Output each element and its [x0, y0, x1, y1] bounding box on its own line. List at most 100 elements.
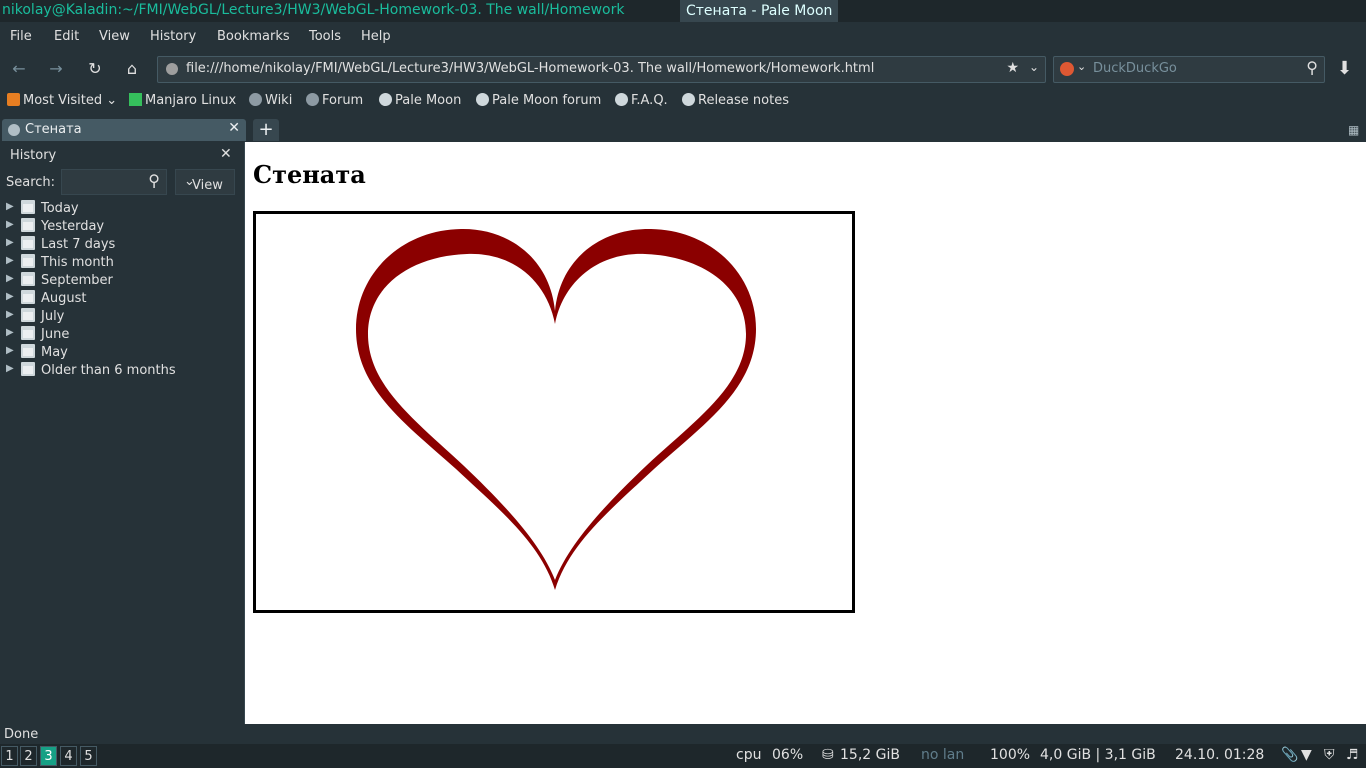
- bookmark-release-notes[interactable]: Release notes: [682, 93, 789, 108]
- cpu-label: cpu: [736, 747, 762, 763]
- sidebar-view-label: View ⌄: [184, 174, 223, 193]
- workspace-4[interactable]: 4: [60, 746, 77, 766]
- battery-value: 100%: [990, 747, 1031, 763]
- page-heading: Стената: [253, 160, 366, 189]
- expand-triangle-icon[interactable]: ▶: [6, 363, 14, 374]
- url-text[interactable]: file:///home/nikolay/FMI/WebGL/Lecture3/…: [186, 61, 874, 76]
- bookmark-label: Wiki: [265, 93, 293, 108]
- sidebar-view-button[interactable]: View ⌄: [175, 169, 235, 195]
- calendar-folder-icon: [21, 200, 35, 214]
- close-tab-icon[interactable]: ✕: [228, 120, 240, 136]
- expand-triangle-icon[interactable]: ▶: [6, 237, 14, 248]
- menu-file[interactable]: File: [10, 29, 32, 44]
- bookmark-pale-moon-forum[interactable]: Pale Moon forum: [476, 93, 601, 108]
- browser-window-title[interactable]: Стената - Pale Moon: [680, 0, 839, 22]
- bookmarks-toolbar: Most Visited ⌄ Manjaro Linux Wiki Forum …: [0, 86, 1366, 116]
- lan-status: no lan: [921, 747, 965, 763]
- workspace-2[interactable]: 2: [20, 746, 37, 766]
- disk-value: 15,2 GiB: [840, 747, 900, 763]
- search-placeholder[interactable]: DuckDuckGo: [1093, 61, 1177, 76]
- page-content: Стената: [245, 142, 1366, 724]
- bookmark-label: Pale Moon: [395, 93, 462, 108]
- tab-label: Стената: [25, 122, 82, 137]
- manjaro-icon: [129, 93, 142, 106]
- history-group-label: Yesterday: [41, 219, 105, 234]
- reload-icon[interactable]: ↻: [84, 58, 106, 80]
- calendar-folder-icon: [21, 326, 35, 340]
- history-group-label: June: [41, 327, 70, 342]
- moon-icon: [615, 93, 628, 106]
- search-icon[interactable]: ⚲: [148, 171, 160, 190]
- heart-shape: [356, 228, 756, 591]
- search-bar[interactable]: ⌄ DuckDuckGo ⚲: [1053, 56, 1325, 83]
- menu-view[interactable]: View: [99, 29, 130, 44]
- workspace-1[interactable]: 1: [1, 746, 18, 766]
- menu-edit[interactable]: Edit: [54, 29, 79, 44]
- history-group-label: Today: [41, 201, 79, 216]
- moon-icon: [476, 93, 489, 106]
- new-tab-button[interactable]: +: [253, 119, 279, 141]
- close-sidebar-icon[interactable]: ✕: [220, 146, 232, 162]
- sidebar-search-label: Search:: [6, 175, 56, 190]
- memory-value: 4,0 GiB | 3,1 GiB: [1040, 747, 1156, 763]
- url-bar[interactable]: file:///home/nikolay/FMI/WebGL/Lecture3/…: [157, 56, 1046, 83]
- expand-triangle-icon[interactable]: ▶: [6, 309, 14, 320]
- forward-arrow-icon[interactable]: →: [45, 58, 67, 80]
- wifi-icon[interactable]: ▼: [1301, 747, 1312, 763]
- history-sidebar: History ✕ Search: ⚲ View ⌄ ▶ Today ▶ Yeste…: [0, 142, 245, 724]
- bookmark-label: Release notes: [698, 93, 789, 108]
- window-titlebar: nikolay@Kaladin:~/FMI/WebGL/Lecture3/HW3…: [0, 0, 1366, 22]
- history-group-label: This month: [41, 255, 114, 270]
- clock[interactable]: 24.10. 01:28: [1175, 747, 1264, 763]
- bookmark-label: Forum: [322, 93, 364, 108]
- workspace-5[interactable]: 5: [80, 746, 97, 766]
- tab-stenata[interactable]: Стената ✕: [2, 119, 246, 141]
- moon-icon: [379, 93, 392, 106]
- expand-triangle-icon[interactable]: ▶: [6, 327, 14, 338]
- menu-help[interactable]: Help: [361, 29, 391, 44]
- duckduckgo-icon[interactable]: [1060, 62, 1074, 76]
- bookmark-forum[interactable]: Forum: [306, 93, 363, 108]
- expand-triangle-icon[interactable]: ▶: [6, 291, 14, 302]
- search-icon[interactable]: ⚲: [1306, 58, 1318, 77]
- site-identity-icon[interactable]: [166, 63, 178, 75]
- navigation-toolbar: ← → ↻ ⌂ file:///home/nikolay/FMI/WebGL/L…: [0, 52, 1366, 86]
- paperclip-icon[interactable]: 📎: [1281, 747, 1298, 763]
- calendar-folder-icon: [21, 308, 35, 322]
- expand-triangle-icon[interactable]: ▶: [6, 345, 14, 356]
- tab-bar: Стената ✕ + ▦: [0, 116, 1366, 142]
- bookmark-star-icon[interactable]: ★: [1006, 60, 1019, 76]
- bookmark-wiki[interactable]: Wiki: [249, 93, 292, 108]
- sidebar-search-input[interactable]: ⚲: [61, 169, 167, 195]
- bookmark-manjaro[interactable]: Manjaro Linux: [129, 93, 236, 108]
- tab-groups-icon[interactable]: ▦: [1348, 123, 1359, 137]
- system-panel: 1 2 3 4 5 cpu 06% ⛁ 15,2 GiB no lan 100%…: [0, 744, 1366, 768]
- menu-tools[interactable]: Tools: [309, 29, 341, 44]
- download-arrow-icon[interactable]: ⬇: [1337, 58, 1352, 79]
- search-engine-chevron-icon[interactable]: ⌄: [1077, 60, 1086, 73]
- shield-icon[interactable]: ⛨: [1324, 747, 1335, 763]
- url-dropdown-icon[interactable]: ⌄: [1029, 60, 1039, 74]
- menu-bookmarks[interactable]: Bookmarks: [217, 29, 290, 44]
- home-icon[interactable]: ⌂: [121, 58, 143, 80]
- expand-triangle-icon[interactable]: ▶: [6, 201, 14, 212]
- heart-drawing: [356, 228, 756, 591]
- workspace-3[interactable]: 3: [40, 746, 57, 766]
- bookmark-label: Manjaro Linux: [145, 93, 237, 108]
- globe-icon: [249, 93, 262, 106]
- calendar-folder-icon: [21, 272, 35, 286]
- expand-triangle-icon[interactable]: ▶: [6, 219, 14, 230]
- expand-triangle-icon[interactable]: ▶: [6, 273, 14, 284]
- speaker-icon[interactable]: ♬: [1346, 747, 1359, 763]
- bookmark-pale-moon[interactable]: Pale Moon: [379, 93, 461, 108]
- webgl-canvas[interactable]: [253, 211, 855, 613]
- expand-triangle-icon[interactable]: ▶: [6, 255, 14, 266]
- bookmark-faq[interactable]: F.A.Q.: [615, 93, 668, 108]
- terminal-window-title[interactable]: nikolay@Kaladin:~/FMI/WebGL/Lecture3/HW3…: [2, 2, 624, 18]
- back-arrow-icon[interactable]: ←: [8, 58, 30, 80]
- menu-history[interactable]: History: [150, 29, 196, 44]
- calendar-folder-icon: [21, 218, 35, 232]
- bookmark-most-visited[interactable]: Most Visited ⌄: [7, 93, 117, 108]
- history-group-label: July: [41, 309, 65, 324]
- cpu-value: 06%: [772, 747, 804, 763]
